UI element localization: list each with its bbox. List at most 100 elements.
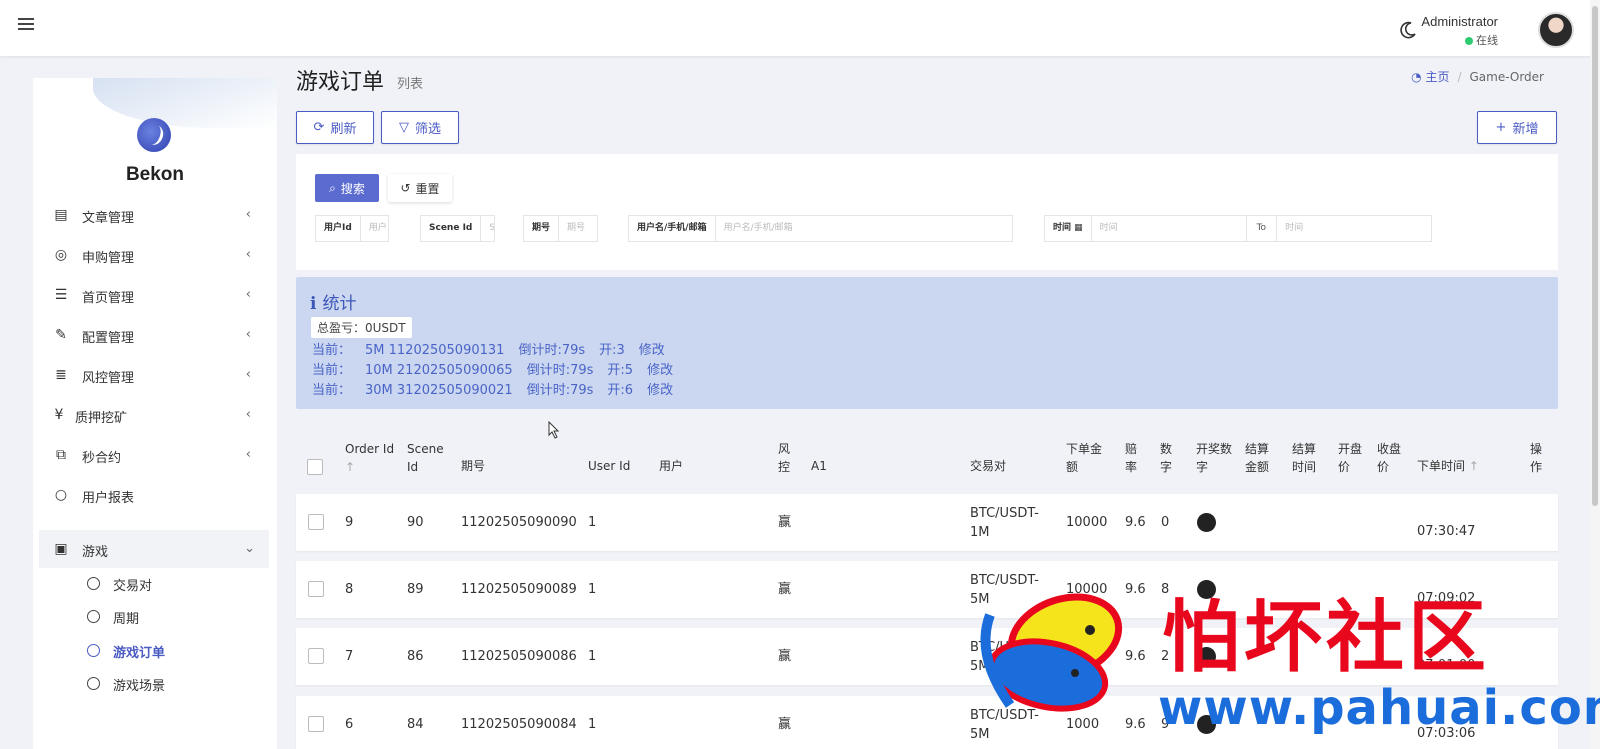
- th-user-id[interactable]: User Id: [588, 457, 630, 475]
- chevron-left-icon: ‹: [245, 207, 251, 222]
- period-input[interactable]: 期号: [559, 216, 597, 241]
- th-risk[interactable]: 风控: [778, 440, 792, 476]
- edit-link[interactable]: 修改: [647, 363, 673, 378]
- refresh-button[interactable]: ⟳ 刷新: [296, 111, 374, 144]
- stats-line: 当前： 5M 11202505090131 倒计时:79s 开:3 修改: [312, 343, 665, 358]
- table-row: 9 90 11202505090090 1 赢 BTC/USDT-1M 1000…: [296, 494, 1558, 551]
- th-odds[interactable]: 赔率: [1125, 440, 1139, 476]
- brand-name: Bekon: [125, 164, 185, 185]
- time-to-input[interactable]: 时间: [1277, 216, 1431, 241]
- th-number[interactable]: 数字: [1160, 440, 1174, 476]
- stats-total: 总盈亏：0USDT: [311, 317, 412, 338]
- indent-icon: ≣: [55, 367, 67, 383]
- page-title: 游戏订单: [296, 70, 385, 95]
- edit-link[interactable]: 修改: [647, 383, 673, 398]
- stats-title: 统计: [322, 294, 357, 314]
- scene-id-filter: Scene Id S: [420, 215, 495, 242]
- th-user[interactable]: 用户: [659, 457, 683, 475]
- edit-link[interactable]: 修改: [639, 343, 665, 358]
- search-button[interactable]: ⌕ 搜索: [315, 174, 379, 202]
- sidebar-item-risk[interactable]: ≣ 风控管理 ‹: [33, 356, 277, 394]
- search-icon: ⌕: [329, 180, 336, 195]
- chevron-left-icon: ‹: [245, 407, 251, 422]
- sidebar-item-game[interactable]: ▣ 游戏 ⌄: [39, 530, 269, 568]
- circle-icon: [87, 577, 100, 590]
- th-open-price[interactable]: 开盘价: [1338, 440, 1364, 476]
- th-settle-amount[interactable]: 结算金额: [1245, 440, 1271, 476]
- th-settle-time[interactable]: 结算时间: [1292, 440, 1318, 476]
- row-checkbox[interactable]: [308, 716, 324, 732]
- circle-icon: [87, 677, 100, 690]
- wrench-icon: ✎: [55, 327, 67, 343]
- undo-icon: ↺: [400, 181, 411, 195]
- sidebar-item-user-report[interactable]: ○ 用户报表: [33, 476, 277, 514]
- circle-icon: ○: [54, 487, 68, 503]
- refresh-icon: ⟳: [313, 120, 325, 135]
- user-id-filter: 用户Id 用户: [315, 215, 389, 242]
- page-scrollbar[interactable]: [1590, 0, 1600, 749]
- th-close-price[interactable]: 收盘价: [1377, 440, 1403, 476]
- sort-arrow-icon[interactable]: ↑: [345, 460, 355, 474]
- contact-icon: ▣: [54, 541, 68, 557]
- online-dot-icon: [1465, 37, 1473, 45]
- top-bar: Administrator 在线: [0, 0, 1600, 56]
- th-period[interactable]: 期号: [461, 457, 485, 475]
- th-order-time[interactable]: 下单时间 ↑: [1417, 457, 1479, 475]
- th-pair[interactable]: 交易对: [970, 457, 1006, 475]
- sidebar-item-subscription[interactable]: ◎ 申购管理 ‹: [33, 236, 277, 274]
- filter-panel: ⌕ 搜索 ↺ 重置 用户Id 用户 Scene Id S 期号 期号 用户名/手机/…: [296, 154, 1558, 270]
- stats-panel: i 统计 总盈亏：0USDT 当前： 5M 11202505090131 倒计时:79…: [296, 277, 1558, 409]
- row-checkbox[interactable]: [308, 514, 324, 530]
- period-filter: 期号 期号: [523, 215, 598, 242]
- circle-icon: [87, 610, 100, 623]
- th-action[interactable]: 操作: [1530, 440, 1544, 476]
- sidebar: Bekon ▤ 文章管理 ‹ ◎ 申购管理 ‹ ☰ 首页管理 ‹ ✎ 配置管理 …: [33, 78, 277, 749]
- user-filter: 用户名/手机/邮箱 用户名/手机/邮箱: [628, 215, 1013, 242]
- sidebar-item-config[interactable]: ✎ 配置管理 ‹: [33, 316, 277, 354]
- time-from-input[interactable]: 时间: [1092, 216, 1246, 241]
- reset-button[interactable]: ↺ 重置: [388, 174, 452, 202]
- brand-logo-icon: [137, 118, 171, 152]
- avatar[interactable]: [1538, 12, 1574, 48]
- watermark-text: 怕坏社区: [1162, 593, 1491, 683]
- breadcrumb-home[interactable]: ◔ 主页: [1411, 70, 1449, 84]
- chevron-left-icon: ‹: [245, 367, 251, 382]
- add-button[interactable]: + 新增: [1477, 111, 1557, 144]
- mouse-cursor-icon: [548, 421, 560, 439]
- stats-line: 当前： 30M 31202505090021 倒计时:79s 开:6 修改: [312, 383, 674, 398]
- yen-icon: ¥: [54, 407, 64, 423]
- breadcrumb: ◔ 主页 / Game-Order: [1411, 70, 1544, 84]
- dark-mode-icon[interactable]: [1398, 20, 1418, 40]
- row-checkbox[interactable]: [308, 648, 324, 664]
- th-a1[interactable]: A1: [811, 457, 827, 475]
- th-draw-number[interactable]: 开奖数字: [1196, 440, 1234, 476]
- lifebuoy-icon: ◎: [54, 247, 68, 263]
- watermark-url: www.pahuai.com: [1158, 680, 1600, 736]
- sidebar-item-articles[interactable]: ▤ 文章管理 ‹: [33, 196, 277, 234]
- scene-id-input[interactable]: S: [481, 216, 494, 241]
- sidebar-item-homepage[interactable]: ☰ 首页管理 ‹: [33, 276, 277, 314]
- page-subtitle: 列表: [397, 77, 424, 92]
- plus-icon: +: [1495, 120, 1507, 135]
- chevron-left-icon: ‹: [245, 447, 251, 462]
- list-icon: ☰: [54, 287, 68, 303]
- stats-line: 当前： 10M 21202505090065 倒计时:79s 开:5 修改: [312, 363, 674, 378]
- sidebar-item-contract[interactable]: ⧉ 秒合约 ‹: [33, 436, 277, 474]
- chevron-left-icon: ‹: [245, 287, 251, 302]
- th-order-id[interactable]: Order Id ↑: [345, 440, 395, 476]
- user-id-input[interactable]: 用户: [361, 216, 388, 241]
- sidebar-item-staking[interactable]: ¥ 质押挖矿 ‹: [33, 396, 277, 434]
- time-filter: 时间 ▦ 时间 To 时间: [1044, 215, 1432, 242]
- th-amount[interactable]: 下单金额: [1066, 440, 1104, 476]
- scrollbar-thumb[interactable]: [1592, 6, 1598, 506]
- select-all-checkbox[interactable]: [307, 459, 323, 475]
- chevron-left-icon: ‹: [245, 327, 251, 342]
- sort-arrow-icon[interactable]: ↑: [1469, 459, 1479, 473]
- row-checkbox[interactable]: [308, 581, 324, 597]
- th-scene-id[interactable]: Scene Id: [407, 440, 447, 476]
- user-input[interactable]: 用户名/手机/邮箱: [716, 216, 1012, 241]
- menu-toggle-icon[interactable]: [18, 18, 34, 32]
- chevron-left-icon: ‹: [245, 247, 251, 262]
- admin-name[interactable]: Administrator: [1421, 14, 1498, 29]
- filter-button[interactable]: ▽ 筛选: [381, 111, 459, 144]
